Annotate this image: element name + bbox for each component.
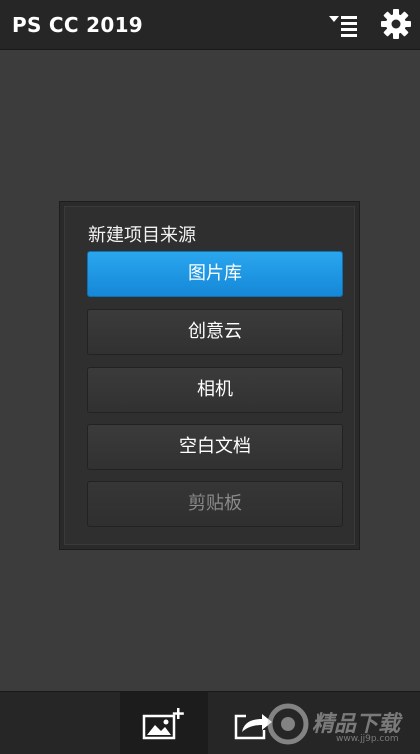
settings-button[interactable] <box>378 6 414 42</box>
dialog-body: 新建项目来源 图片库 创意云 相机 空白文档 剪贴板 <box>64 206 355 545</box>
add-image-tab[interactable] <box>120 692 208 754</box>
dialog-title: 新建项目来源 <box>88 225 196 246</box>
watermark-logo-icon <box>267 703 309 745</box>
app-root: PS CC 2019 新建项目来源 图片库 创意云 相机 空白文档 剪贴板 精品… <box>0 0 420 754</box>
option-camera-button[interactable]: 相机 <box>87 367 343 413</box>
watermark: 精品下载 www.jj9p.com <box>266 700 416 750</box>
watermark-url: www.jj9p.com <box>336 734 399 744</box>
new-project-source-dialog: 新建项目来源 图片库 创意云 相机 空白文档 剪贴板 <box>59 201 360 550</box>
option-blank-document-button[interactable]: 空白文档 <box>87 424 343 470</box>
option-creative-cloud-button[interactable]: 创意云 <box>87 309 343 355</box>
sort-menu-button[interactable] <box>324 8 362 40</box>
option-clipboard-button: 剪贴板 <box>87 481 343 527</box>
app-title: PS CC 2019 <box>12 13 144 37</box>
add-image-icon <box>142 708 184 740</box>
sort-list-icon <box>329 16 357 37</box>
gear-icon <box>381 9 411 39</box>
top-app-bar: PS CC 2019 <box>0 0 420 50</box>
option-photo-library-button[interactable]: 图片库 <box>87 251 343 297</box>
